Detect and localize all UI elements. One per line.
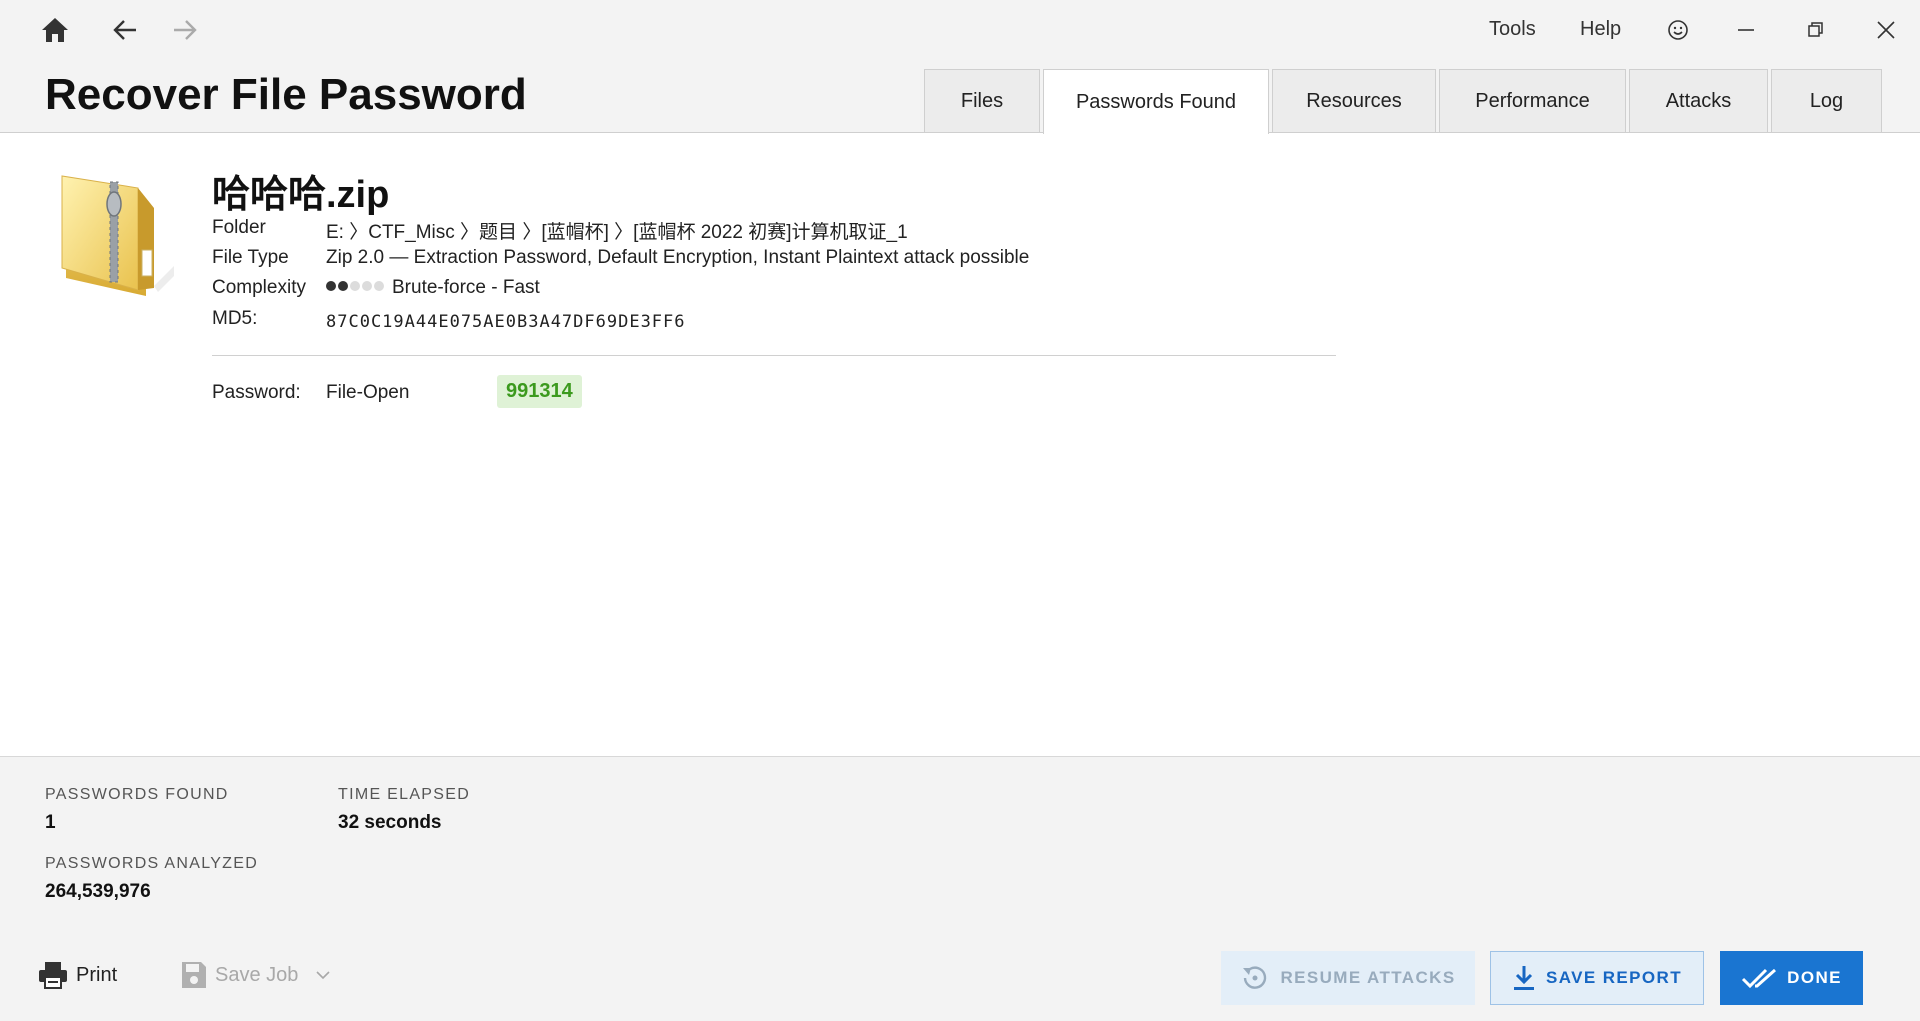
done-label: DONE [1787,968,1842,987]
passwords-analyzed-value: 264,539,976 [45,881,151,902]
tab-attacks[interactable]: Attacks [1629,69,1768,133]
print-button[interactable]: Print [38,961,117,989]
download-icon [1514,966,1534,990]
zip-folder-icon [61,175,174,296]
complexity-label: Complexity [212,277,306,298]
password-row: Password: File-Open 991314 [212,375,812,409]
folder-path: E: 〉CTF_Misc 〉题目 〉[蓝帽杯] 〉[蓝帽杯 2022 初赛]计算… [326,222,908,243]
restore-icon [1808,22,1823,37]
password-type: File-Open [326,382,410,403]
resume-attacks-button[interactable]: RESUME ATTACKS [1221,951,1475,1005]
complexity-dot [350,281,360,292]
smiley-icon [1668,20,1688,40]
tab-performance[interactable]: Performance [1439,69,1626,133]
tab-files[interactable]: Files [924,69,1040,133]
md5-value: 87C0C19A44E075AE0B3A47DF69DE3FF6 [326,312,686,332]
file-name: 哈哈哈.zip [212,174,390,216]
save-job-button[interactable]: Save Job [181,961,330,989]
complexity-meter [326,281,384,292]
back-button[interactable] [103,8,147,52]
restore-button[interactable] [1794,8,1838,52]
help-menu[interactable]: Help [1580,18,1621,41]
double-check-icon [1742,968,1777,989]
complexity-dot [326,281,336,292]
arrow-right-icon [174,20,197,40]
minimize-icon [1738,29,1754,31]
passwords-found-value: 1 [45,812,56,833]
save-report-button[interactable]: SAVE REPORT [1490,951,1704,1005]
passwords-found-panel: 哈哈哈.zip Folder E: 〉CTF_Misc 〉题目 〉[蓝帽杯] 〉… [0,132,1920,757]
passwords-analyzed-label: PASSWORDS ANALYZED [45,855,259,872]
save-report-label: SAVE REPORT [1546,968,1682,987]
print-label: Print [76,963,118,986]
printer-icon [39,962,67,989]
complexity-dot [338,281,348,292]
done-button[interactable]: DONE [1720,951,1863,1005]
complexity-value-wrap: Brute-force - Fast [326,277,540,299]
password-label: Password: [212,382,301,403]
password-value[interactable]: 991314 [497,375,582,408]
tab-passwords-found[interactable]: Passwords Found [1043,69,1269,134]
floppy-disk-icon [182,962,206,988]
save-job-label: Save Job [215,963,299,986]
folder-label: Folder [212,217,266,238]
passwords-found-label: PASSWORDS FOUND [45,786,229,803]
home-icon [42,18,68,42]
md5-label: MD5: [212,308,258,329]
divider [212,355,1336,356]
close-icon [1877,21,1895,39]
time-elapsed-value: 32 seconds [338,812,442,833]
complexity-dot [362,281,372,292]
page-title: Recover File Password [45,70,527,119]
resume-icon [1243,966,1267,989]
complexity-dot [374,281,384,292]
file-type-label: File Type [212,247,289,268]
complexity-value: Brute-force - Fast [392,277,540,298]
time-elapsed-label: TIME ELAPSED [338,786,471,803]
close-button[interactable] [1864,8,1908,52]
tab-bar: Files Passwords Found Resources Performa… [924,69,1885,134]
chevron-down-icon[interactable] [316,970,330,980]
forward-button[interactable] [163,8,207,52]
tools-menu[interactable]: Tools [1489,18,1536,41]
arrow-left-icon [113,20,136,40]
resume-attacks-label: RESUME ATTACKS [1280,968,1456,987]
file-type-value: Zip 2.0 — Extraction Password, Default E… [326,247,1030,268]
minimize-button[interactable] [1724,8,1768,52]
feedback-button[interactable] [1656,8,1700,52]
title-bar: Tools Help [0,0,1920,60]
home-button[interactable] [33,8,77,52]
tab-log[interactable]: Log [1771,69,1882,133]
tab-resources[interactable]: Resources [1272,69,1436,133]
